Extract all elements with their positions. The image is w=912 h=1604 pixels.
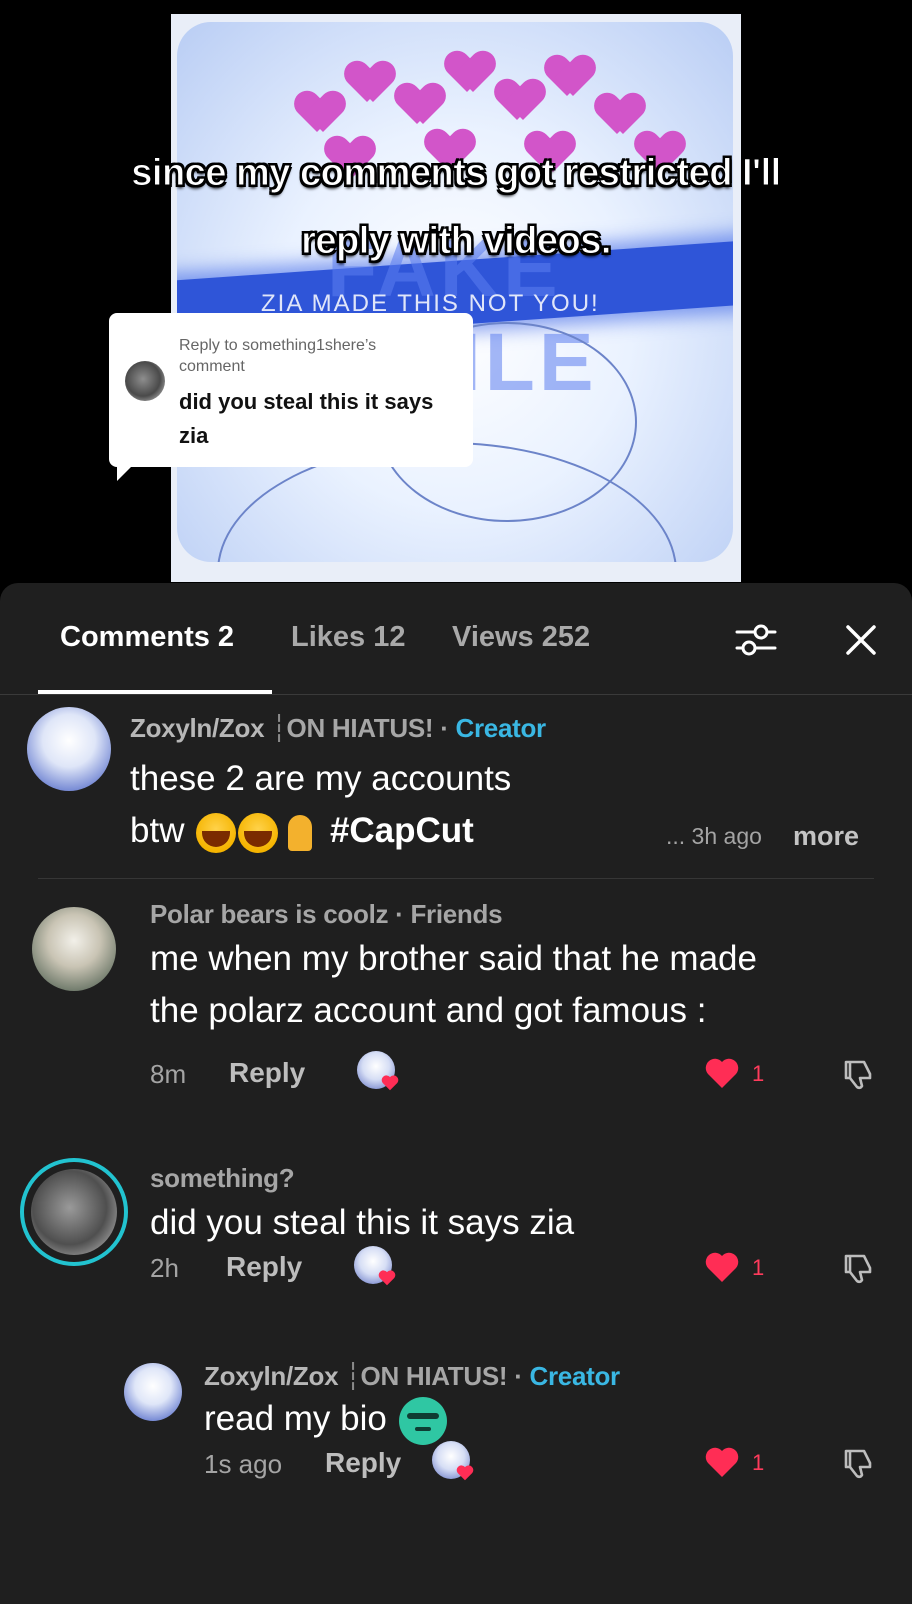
heart-decoration-icon [597,94,643,134]
tab-bar: Comments 2 Likes 12 Views 252 [0,583,912,695]
quoted-comment-text: did you steal this it says zia [179,389,434,448]
creator-badge: Creator [529,1361,620,1391]
loudly-crying-emoji-icon [238,812,279,853]
avatar[interactable] [32,907,116,991]
creator-heart-icon [456,1465,474,1481]
author-name: something? [150,1163,295,1193]
reply-button[interactable]: Reply [226,1251,302,1283]
thumbs-down-icon[interactable] [840,1056,876,1092]
comment-time: 2h [150,1253,179,1283]
heart-icon[interactable] [705,1252,739,1284]
unamused-face-emoji-icon [398,1396,447,1445]
thumbs-down-icon[interactable] [840,1250,876,1286]
tab-comments[interactable]: Comments 2 [60,621,234,654]
loudly-crying-emoji-icon [196,812,237,853]
comment-time: 1s ago [204,1449,283,1479]
comment-text: the polarz account and got famous : [150,991,707,1030]
author-suffix: ON HIATUS! [286,713,434,743]
avatar[interactable] [27,707,111,791]
comment-text-line2: btw #CapCut [130,805,474,857]
friends-badge: Friends [410,899,503,929]
author-name: Zoxyln/Zox [204,1361,339,1391]
comment-text: these 2 are my accounts [130,759,512,798]
thumbs-down-icon[interactable] [840,1445,876,1481]
heart-decoration-icon [447,52,493,92]
heart-decoration-icon [297,92,343,132]
comment-author[interactable]: something? [150,1163,295,1194]
reply-to-label: Reply to something1shere’s comment [179,337,377,375]
comment-text-line: read my bio [204,1393,447,1445]
creator-heart-icon [378,1270,396,1286]
video-frame: FAKE SMILE ZIA MADE THIS NOT YOU! [171,14,741,582]
comments-sheet: Comments 2 Likes 12 Views 252 Zoxyln/Zox… [0,583,912,1604]
hashtag-link[interactable]: #CapCut [330,811,474,850]
comment-text: read my bio [204,1399,387,1438]
comment-author[interactable]: Zoxyln/Zox ┆ON HIATUS! · Creator [204,1361,620,1392]
reply-button[interactable]: Reply [325,1447,401,1479]
like-count: 1 [752,1255,765,1280]
comment-author[interactable]: Zoxyln/Zox ┆ON HIATUS! · Creator [130,713,546,744]
reply-comment-sticker[interactable]: Reply to something1shere’s comment did y… [109,313,473,481]
artwork: FAKE SMILE ZIA MADE THIS NOT YOU! [177,22,733,562]
heart-decoration-icon [497,80,543,120]
folded-hands-emoji-icon [280,813,320,853]
avatar[interactable] [31,1169,117,1255]
tab-views[interactable]: Views 252 [452,621,590,654]
comment-time: ... 3h ago [666,823,762,849]
divider [38,878,874,879]
more-button[interactable]: more [793,821,859,852]
comment-text: did you steal this it says zia [150,1203,575,1242]
creator-badge: Creator [455,713,546,743]
filter-sliders-icon[interactable] [733,617,779,663]
caption-line-2: reply with videos. [301,220,612,263]
heart-decoration-icon [547,56,593,96]
like-count: 1 [752,1061,765,1086]
avatar [125,361,165,401]
heart-decoration-icon [397,84,443,124]
active-tab-indicator [38,690,272,694]
comment-text: me when my brother said that he made [150,939,757,978]
avatar[interactable] [124,1363,182,1421]
heart-icon[interactable] [705,1447,739,1479]
comment-time: 8m [150,1059,187,1089]
author-suffix: ON HIATUS! [360,1361,508,1391]
caption-line-1: since my comments got restricted I'll [131,152,782,195]
author-name: Zoxyln/Zox [130,713,265,743]
like-count: 1 [752,1450,765,1475]
heart-icon[interactable] [705,1058,739,1090]
tab-likes[interactable]: Likes 12 [291,621,405,654]
comment-author[interactable]: Polar bears is coolz · Friends [150,899,503,930]
video-player[interactable]: FAKE SMILE ZIA MADE THIS NOT YOU! since … [0,0,912,600]
heart-decoration-icon [347,62,393,102]
close-icon[interactable] [838,617,884,663]
reply-button[interactable]: Reply [229,1057,305,1089]
author-name: Polar bears is coolz [150,899,389,929]
creator-heart-icon [381,1075,399,1091]
comment-text: btw [130,811,185,850]
